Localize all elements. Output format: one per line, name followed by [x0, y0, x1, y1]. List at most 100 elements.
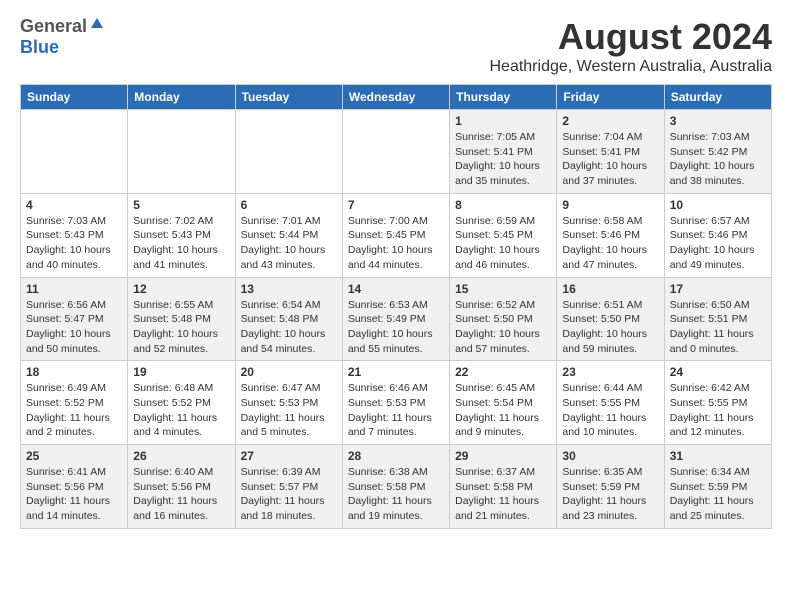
day-number: 24 — [670, 365, 766, 379]
day-number: 9 — [562, 198, 658, 212]
calendar-cell: 1 Sunrise: 7:05 AM Sunset: 5:41 PM Daylig… — [450, 110, 557, 194]
day-info: Sunrise: 6:39 AM Sunset: 5:57 PM Dayligh… — [241, 465, 337, 524]
day-info: Sunrise: 6:57 AM Sunset: 5:46 PM Dayligh… — [670, 214, 766, 273]
calendar-cell: 10 Sunrise: 6:57 AM Sunset: 5:46 PM Dayli… — [664, 193, 771, 277]
calendar-cell: 16Sunrise: 6:51 AM Sunset: 5:50 PM Dayli… — [557, 277, 664, 361]
day-info: Sunrise: 6:40 AM Sunset: 5:56 PM Dayligh… — [133, 465, 229, 524]
day-number: 14 — [348, 282, 444, 296]
calendar-cell: 3 Sunrise: 7:03 AM Sunset: 5:42 PM Daylig… — [664, 110, 771, 194]
day-info: Sunrise: 6:56 AM Sunset: 5:47 PM Dayligh… — [26, 298, 122, 357]
day-number: 22 — [455, 365, 551, 379]
day-info: Sunrise: 6:42 AM Sunset: 5:55 PM Dayligh… — [670, 381, 766, 440]
day-number: 11 — [26, 282, 122, 296]
day-info: Sunrise: 6:44 AM Sunset: 5:55 PM Dayligh… — [562, 381, 658, 440]
calendar-cell: 24 Sunrise: 6:42 AM Sunset: 5:55 PM Dayli… — [664, 361, 771, 445]
calendar-cell: 8 Sunrise: 6:59 AM Sunset: 5:45 PM Daylig… — [450, 193, 557, 277]
day-number: 10 — [670, 198, 766, 212]
day-info: Sunrise: 6:48 AM Sunset: 5:52 PM Dayligh… — [133, 381, 229, 440]
calendar-cell: 18 Sunrise: 6:49 AM Sunset: 5:52 PM Dayli… — [21, 361, 128, 445]
day-info: Sunrise: 6:41 AM Sunset: 5:56 PM Dayligh… — [26, 465, 122, 524]
day-info: Sunrise: 6:38 AM Sunset: 5:58 PM Dayligh… — [348, 465, 444, 524]
logo-general: General — [20, 16, 87, 37]
day-number: 30 — [562, 449, 658, 463]
day-number: 17 — [670, 282, 766, 296]
day-info: Sunrise: 6:47 AM Sunset: 5:53 PM Dayligh… — [241, 381, 337, 440]
day-header-wednesday: Wednesday — [342, 85, 449, 110]
calendar-cell: 17 Sunrise: 6:50 AM Sunset: 5:51 PM Dayli… — [664, 277, 771, 361]
day-number: 18 — [26, 365, 122, 379]
logo: General Blue — [20, 16, 105, 58]
calendar-cell: 21Sunrise: 6:46 AM Sunset: 5:53 PM Dayli… — [342, 361, 449, 445]
day-info: Sunrise: 6:37 AM Sunset: 5:58 PM Dayligh… — [455, 465, 551, 524]
day-number: 20 — [241, 365, 337, 379]
calendar-cell: 2 Sunrise: 7:04 AM Sunset: 5:41 PM Daylig… — [557, 110, 664, 194]
calendar-cell: 22 Sunrise: 6:45 AM Sunset: 5:54 PM Dayli… — [450, 361, 557, 445]
day-number: 7 — [348, 198, 444, 212]
calendar-week-row: 11 Sunrise: 6:56 AM Sunset: 5:47 PM Dayli… — [21, 277, 772, 361]
day-info: Sunrise: 7:01 AM Sunset: 5:44 PM Dayligh… — [241, 214, 337, 273]
calendar-cell: 6 Sunrise: 7:01 AM Sunset: 5:44 PM Daylig… — [235, 193, 342, 277]
calendar-cell — [235, 110, 342, 194]
day-info: Sunrise: 7:04 AM Sunset: 5:41 PM Dayligh… — [562, 130, 658, 189]
day-number: 13 — [241, 282, 337, 296]
header: General Blue August 2024 Heathridge, Wes… — [20, 16, 772, 76]
day-number: 23 — [562, 365, 658, 379]
calendar-week-row: 18 Sunrise: 6:49 AM Sunset: 5:52 PM Dayli… — [21, 361, 772, 445]
day-number: 29 — [455, 449, 551, 463]
day-info: Sunrise: 7:02 AM Sunset: 5:43 PM Dayligh… — [133, 214, 229, 273]
day-number: 19 — [133, 365, 229, 379]
day-number: 8 — [455, 198, 551, 212]
calendar-cell: 29 Sunrise: 6:37 AM Sunset: 5:58 PM Dayli… — [450, 445, 557, 529]
day-header-thursday: Thursday — [450, 85, 557, 110]
day-info: Sunrise: 6:55 AM Sunset: 5:48 PM Dayligh… — [133, 298, 229, 357]
day-info: Sunrise: 7:05 AM Sunset: 5:41 PM Dayligh… — [455, 130, 551, 189]
calendar-cell: 27 Sunrise: 6:39 AM Sunset: 5:57 PM Dayli… — [235, 445, 342, 529]
calendar-cell: 11 Sunrise: 6:56 AM Sunset: 5:47 PM Dayli… — [21, 277, 128, 361]
day-number: 31 — [670, 449, 766, 463]
day-number: 28 — [348, 449, 444, 463]
month-year: August 2024 — [489, 16, 772, 58]
day-number: 3 — [670, 114, 766, 128]
day-number: 12 — [133, 282, 229, 296]
calendar-cell: 28 Sunrise: 6:38 AM Sunset: 5:58 PM Dayli… — [342, 445, 449, 529]
day-header-friday: Friday — [557, 85, 664, 110]
title-area: August 2024 Heathridge, Western Australi… — [489, 16, 772, 76]
calendar-cell — [342, 110, 449, 194]
logo-blue: Blue — [20, 37, 59, 57]
location: Heathridge, Western Australia, Australia — [489, 58, 772, 76]
calendar-cell: 13 Sunrise: 6:54 AM Sunset: 5:48 PM Dayli… — [235, 277, 342, 361]
day-info: Sunrise: 6:58 AM Sunset: 5:46 PM Dayligh… — [562, 214, 658, 273]
calendar-cell: 9 Sunrise: 6:58 AM Sunset: 5:46 PM Daylig… — [557, 193, 664, 277]
day-header-saturday: Saturday — [664, 85, 771, 110]
day-number: 1 — [455, 114, 551, 128]
calendar-cell — [21, 110, 128, 194]
day-header-tuesday: Tuesday — [235, 85, 342, 110]
calendar-cell: 7 Sunrise: 7:00 AM Sunset: 5:45 PM Daylig… — [342, 193, 449, 277]
day-number: 16 — [562, 282, 658, 296]
day-info: Sunrise: 6:49 AM Sunset: 5:52 PM Dayligh… — [26, 381, 122, 440]
day-number: 25 — [26, 449, 122, 463]
day-number: 26 — [133, 449, 229, 463]
day-info: Sunrise: 6:54 AM Sunset: 5:48 PM Dayligh… — [241, 298, 337, 357]
calendar-cell: 31Sunrise: 6:34 AM Sunset: 5:59 PM Dayli… — [664, 445, 771, 529]
calendar-week-row: 4Sunrise: 7:03 AM Sunset: 5:43 PM Daylig… — [21, 193, 772, 277]
calendar-cell — [128, 110, 235, 194]
day-info: Sunrise: 7:00 AM Sunset: 5:45 PM Dayligh… — [348, 214, 444, 273]
day-info: Sunrise: 6:50 AM Sunset: 5:51 PM Dayligh… — [670, 298, 766, 357]
day-info: Sunrise: 6:53 AM Sunset: 5:49 PM Dayligh… — [348, 298, 444, 357]
day-number: 2 — [562, 114, 658, 128]
day-info: Sunrise: 6:45 AM Sunset: 5:54 PM Dayligh… — [455, 381, 551, 440]
day-number: 6 — [241, 198, 337, 212]
day-number: 5 — [133, 198, 229, 212]
day-info: Sunrise: 7:03 AM Sunset: 5:42 PM Dayligh… — [670, 130, 766, 189]
day-info: Sunrise: 6:59 AM Sunset: 5:45 PM Dayligh… — [455, 214, 551, 273]
day-number: 4 — [26, 198, 122, 212]
calendar-cell: 14 Sunrise: 6:53 AM Sunset: 5:49 PM Dayli… — [342, 277, 449, 361]
day-header-sunday: Sunday — [21, 85, 128, 110]
day-info: Sunrise: 6:46 AM Sunset: 5:53 PM Dayligh… — [348, 381, 444, 440]
calendar-cell: 30Sunrise: 6:35 AM Sunset: 5:59 PM Dayli… — [557, 445, 664, 529]
logo-icon — [89, 16, 105, 37]
calendar-cell: 5 Sunrise: 7:02 AM Sunset: 5:43 PM Daylig… — [128, 193, 235, 277]
day-number: 27 — [241, 449, 337, 463]
day-info: Sunrise: 6:52 AM Sunset: 5:50 PM Dayligh… — [455, 298, 551, 357]
